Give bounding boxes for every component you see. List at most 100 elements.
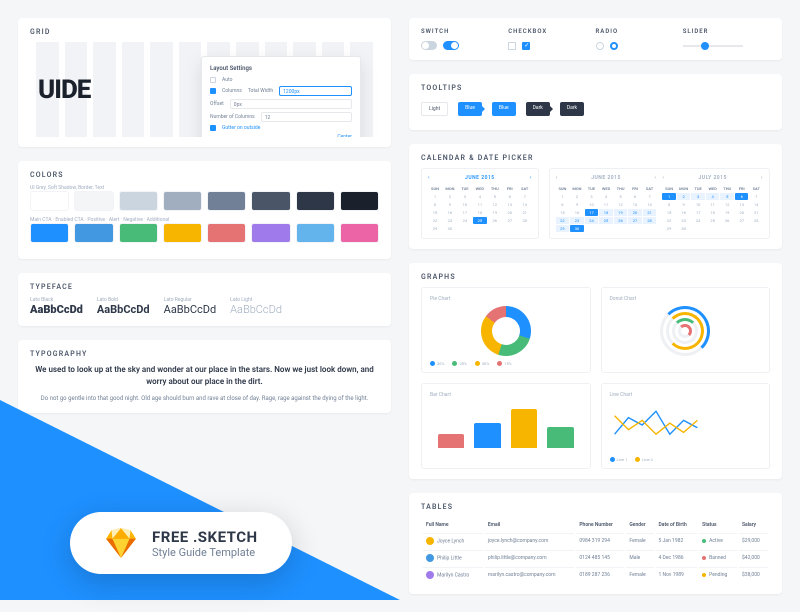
calendar-day[interactable]: 8 <box>662 201 676 208</box>
calendar-day[interactable]: 16 <box>570 209 584 216</box>
color-swatch[interactable] <box>74 191 113 211</box>
calendar-day[interactable]: 8 <box>428 201 442 208</box>
calendar-day[interactable]: 6 <box>735 193 749 200</box>
calendar-day[interactable]: 29 <box>428 225 442 232</box>
calendar-day[interactable]: 30 <box>570 225 584 232</box>
columns-checkbox[interactable] <box>210 88 216 94</box>
calendar-day[interactable]: 7 <box>643 193 657 200</box>
calendar-day[interactable]: 12 <box>720 201 734 208</box>
calendar-day[interactable]: 27 <box>628 217 642 224</box>
calendar-day[interactable]: 29 <box>556 225 570 232</box>
color-swatch[interactable] <box>207 223 246 243</box>
cal-next-icon[interactable]: › <box>530 175 532 181</box>
calendar-day[interactable]: 23 <box>677 217 691 224</box>
num-cols-input[interactable]: 12 <box>261 112 352 122</box>
calendar-day[interactable]: 13 <box>503 201 517 208</box>
calendar-day[interactable]: 2 <box>570 193 584 200</box>
table-header[interactable]: Full Name <box>423 519 483 531</box>
table-header[interactable]: Gender <box>626 519 653 531</box>
calendar-day[interactable]: 18 <box>473 209 487 216</box>
calendar-day[interactable]: 7 <box>518 193 532 200</box>
calendar-day[interactable]: 15 <box>428 209 442 216</box>
calendar-day[interactable]: 10 <box>691 201 705 208</box>
calendar-day[interactable]: 11 <box>599 201 613 208</box>
calendar-day[interactable]: 4 <box>599 193 613 200</box>
center-link[interactable]: Center <box>337 134 352 137</box>
calendar-day[interactable]: 13 <box>628 201 642 208</box>
calendar-day[interactable]: 25 <box>706 217 720 224</box>
calendar-day[interactable]: 5 <box>488 193 502 200</box>
calendar-day[interactable]: 24 <box>458 217 472 224</box>
calendar-day[interactable]: 1 <box>556 193 570 200</box>
checkbox-off[interactable] <box>508 42 516 50</box>
calendar-day[interactable]: 13 <box>735 201 749 208</box>
cal-next-icon[interactable]: › <box>761 175 763 181</box>
color-swatch[interactable] <box>119 191 158 211</box>
calendar-day[interactable]: 12 <box>488 201 502 208</box>
calendar-day[interactable]: 20 <box>628 209 642 216</box>
calendar-day[interactable]: 19 <box>488 209 502 216</box>
calendar-day[interactable]: 10 <box>458 201 472 208</box>
calendar-day[interactable]: 1 <box>428 193 442 200</box>
calendar-day[interactable]: 24 <box>691 217 705 224</box>
cal-prev-icon[interactable]: ‹ <box>428 175 430 181</box>
gutter-checkbox[interactable] <box>210 125 216 131</box>
calendar-day[interactable]: 23 <box>570 217 584 224</box>
table-row[interactable]: Marilyn Castromarilyn.castro@company.com… <box>423 567 768 582</box>
calendar-day[interactable]: 15 <box>662 209 676 216</box>
slider-input[interactable] <box>683 45 743 47</box>
calendar-day[interactable]: 21 <box>749 209 763 216</box>
table-header[interactable]: Salary <box>739 519 768 531</box>
calendar-day[interactable]: 9 <box>677 201 691 208</box>
checkbox-on[interactable] <box>522 42 530 50</box>
color-swatch[interactable] <box>207 191 246 211</box>
calendar-day[interactable]: 14 <box>518 201 532 208</box>
calendar-day[interactable]: 19 <box>720 209 734 216</box>
calendar-day[interactable]: 5 <box>720 193 734 200</box>
calendar-day[interactable]: 16 <box>677 209 691 216</box>
offset-input[interactable]: 0px <box>230 99 352 109</box>
calendar-day[interactable]: 9 <box>570 201 584 208</box>
calendar-day[interactable]: 24 <box>585 217 599 224</box>
calendar-day[interactable]: 17 <box>585 209 599 216</box>
color-swatch[interactable] <box>30 191 69 211</box>
calendar-day[interactable]: 28 <box>643 217 657 224</box>
calendar-day[interactable]: 30 <box>443 225 457 232</box>
calendar-day[interactable]: 1 <box>662 193 676 200</box>
table-header[interactable]: Date of Birth <box>656 519 698 531</box>
calendar-day[interactable]: 18 <box>706 209 720 216</box>
radio-off[interactable] <box>596 42 604 50</box>
switch-off[interactable] <box>421 41 437 50</box>
calendar-day[interactable]: 17 <box>458 209 472 216</box>
calendar-day[interactable]: 26 <box>720 217 734 224</box>
color-swatch[interactable] <box>30 223 69 243</box>
calendar-day[interactable]: 28 <box>749 217 763 224</box>
table-header[interactable]: Status <box>699 519 737 531</box>
calendar-day[interactable]: 10 <box>585 201 599 208</box>
calendar-day[interactable]: 28 <box>518 217 532 224</box>
total-width-input[interactable]: 1200px <box>279 86 352 96</box>
calendar-day[interactable]: 16 <box>443 209 457 216</box>
color-swatch[interactable] <box>163 223 202 243</box>
table-row[interactable]: Philip Littlephilip.little@company.com01… <box>423 550 768 565</box>
color-swatch[interactable] <box>251 191 290 211</box>
calendar-day[interactable]: 19 <box>614 209 628 216</box>
calendar-day[interactable]: 6 <box>628 193 642 200</box>
calendar-day[interactable]: 8 <box>556 201 570 208</box>
calendar-day[interactable]: 3 <box>691 193 705 200</box>
calendar-day[interactable]: 29 <box>662 225 676 232</box>
color-swatch[interactable] <box>340 191 379 211</box>
color-swatch[interactable] <box>119 223 158 243</box>
calendar-day[interactable]: 26 <box>488 217 502 224</box>
calendar-day[interactable]: 20 <box>503 209 517 216</box>
color-swatch[interactable] <box>340 223 379 243</box>
calendar-day[interactable]: 22 <box>428 217 442 224</box>
calendar-day[interactable]: 9 <box>443 201 457 208</box>
calendar-day[interactable]: 12 <box>614 201 628 208</box>
calendar-day[interactable]: 25 <box>473 217 487 224</box>
calendar-day[interactable]: 20 <box>735 209 749 216</box>
table-header[interactable]: Email <box>485 519 574 531</box>
calendar-day[interactable]: 7 <box>749 193 763 200</box>
calendar-day[interactable]: 6 <box>503 193 517 200</box>
auto-checkbox[interactable] <box>210 77 216 83</box>
